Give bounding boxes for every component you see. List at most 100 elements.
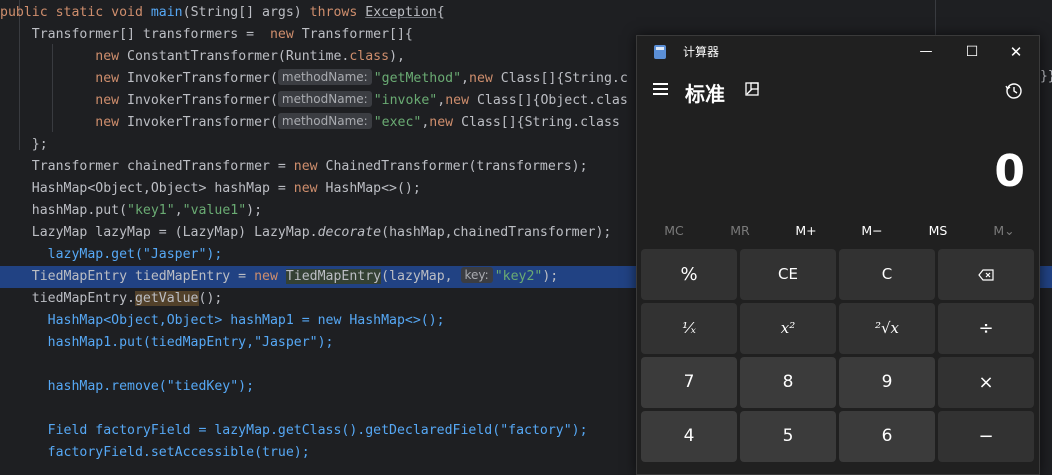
code-token: (); <box>198 291 223 306</box>
code-token: }; <box>0 137 48 152</box>
keep-on-top-icon[interactable] <box>745 82 759 96</box>
code-line[interactable]: }; <box>0 134 48 156</box>
code-line[interactable]: TiedMapEntry tiedMapEntry = new TiedMapE… <box>0 266 558 288</box>
square-button[interactable]: x² <box>740 303 836 354</box>
code-line[interactable]: LazyMap lazyMap = (LazyMap) LazyMap.deco… <box>0 222 612 244</box>
code-token: , <box>174 203 183 218</box>
code-line[interactable]: new InvokerTransformer(methodName: "invok… <box>0 90 628 112</box>
memory-clear-button[interactable]: MC <box>641 220 707 242</box>
clear-entry-button[interactable]: CE <box>740 249 836 300</box>
code-token: decorate <box>317 225 382 240</box>
code-token: (hashMap,chainedTransformer); <box>381 225 612 240</box>
calculator-app-icon <box>654 45 666 59</box>
code-token: , <box>437 93 446 108</box>
minus-button[interactable]: − <box>938 411 1034 462</box>
hamburger-icon[interactable] <box>653 83 668 95</box>
code-line[interactable]: Transformer[] transformers = new Transfo… <box>0 24 413 46</box>
code-token: tiedMapEntry. <box>0 291 135 306</box>
code-line[interactable]: HashMap<Object,Object> hashMap = new Has… <box>0 178 421 200</box>
memory-store-button[interactable]: MS <box>905 220 971 242</box>
parameter-hint: methodName: <box>277 113 372 129</box>
code-token: LazyMap lazyMap = (LazyMap) LazyMap. <box>0 225 318 240</box>
code-token: new <box>95 93 128 108</box>
digit-6-button[interactable]: 6 <box>839 411 935 462</box>
history-icon[interactable] <box>1005 82 1023 100</box>
code-line[interactable]: public static void main(String[] args) t… <box>0 2 445 24</box>
divide-button[interactable]: ÷ <box>938 303 1034 354</box>
square-root-button[interactable]: ²√x <box>839 303 935 354</box>
code-token: ); <box>542 269 559 284</box>
code-token: Class[]{Object.clas <box>476 93 628 108</box>
code-overflow-text: }} <box>1040 69 1052 84</box>
code-token: "key2" <box>494 269 543 284</box>
backspace-icon[interactable] <box>938 249 1034 300</box>
code-token: InvokerTransformer( <box>127 115 278 130</box>
code-token: "exec" <box>373 115 422 130</box>
code-token: TiedMapEntry <box>285 269 382 284</box>
code-token: { <box>436 5 445 20</box>
digit-5-button[interactable]: 5 <box>740 411 836 462</box>
percent-button[interactable]: % <box>641 249 737 300</box>
code-token: HashMap<Object,Object> hashMap1 = new Ha… <box>0 313 445 328</box>
memory-subtract-button[interactable]: M− <box>839 220 905 242</box>
code-line[interactable]: new InvokerTransformer(methodName: "getMe… <box>0 68 628 90</box>
code-line[interactable]: tiedMapEntry.getValue(); <box>0 288 222 310</box>
code-token: hashMap1.put(tiedMapEntry,"Jasper"); <box>0 335 334 350</box>
code-token: hashMap.put( <box>0 203 128 218</box>
code-line[interactable]: factoryField.setAccessible(true); <box>0 442 310 463</box>
code-token: main <box>150 5 183 20</box>
multiply-button[interactable]: × <box>938 357 1034 408</box>
close-button[interactable]: ✕ <box>993 36 1039 68</box>
code-token: new <box>429 115 462 130</box>
code-token: factoryField.setAccessible(true); <box>0 445 310 460</box>
code-line[interactable]: lazyMap.get("Jasper"); <box>0 244 223 266</box>
code-token: new <box>254 269 286 284</box>
code-line[interactable]: hashMap.put("key1","value1"); <box>0 200 262 222</box>
code-token: new <box>95 71 128 86</box>
code-token: Class[]{String.c <box>500 71 628 86</box>
code-token: InvokerTransformer( <box>127 71 278 86</box>
parameter-hint: methodName: <box>277 69 372 85</box>
code-token: HashMap<>(); <box>325 181 421 196</box>
minimize-button[interactable]: — <box>903 36 949 68</box>
code-token: lazyMap.get("Jasper"); <box>0 247 223 262</box>
calculator-window[interactable]: 计算器 — ☐ ✕ 标准 0 MC MR M+ M− MS M⌄ % CE C … <box>636 35 1040 475</box>
code-line[interactable]: HashMap<Object,Object> hashMap1 = new Ha… <box>0 310 445 332</box>
code-token: class <box>349 49 390 64</box>
code-token: (String[] args) <box>182 5 310 20</box>
code-line[interactable]: Transformer chainedTransformer = new Cha… <box>0 156 588 178</box>
title-bar[interactable]: 计算器 — ☐ ✕ <box>637 36 1039 68</box>
clear-button[interactable]: C <box>839 249 935 300</box>
code-line[interactable]: hashMap.remove("tiedKey"); <box>0 376 254 398</box>
code-token: Transformer[] transformers = <box>0 27 270 42</box>
code-token: hashMap.remove("tiedKey"); <box>0 379 255 394</box>
code-token: (lazyMap, <box>381 269 461 284</box>
maximize-button[interactable]: ☐ <box>949 36 995 68</box>
code-token: "invoke" <box>373 93 438 108</box>
code-token: throws <box>309 5 366 20</box>
code-line[interactable]: new ConstantTransformer(Runtime.class), <box>0 46 405 68</box>
reciprocal-button[interactable]: ¹⁄ₓ <box>641 303 737 354</box>
code-token: InvokerTransformer( <box>127 93 278 108</box>
code-token: new <box>469 71 501 86</box>
code-token: new <box>95 49 128 64</box>
code-line[interactable]: new InvokerTransformer(methodName: "exec"… <box>0 112 620 134</box>
code-token: ); <box>246 203 263 218</box>
code-token: new <box>293 181 326 196</box>
digit-7-button[interactable]: 7 <box>641 357 737 408</box>
code-token: public static void <box>0 5 151 20</box>
code-token: TiedMapEntry tiedMapEntry = <box>0 269 255 284</box>
digit-4-button[interactable]: 4 <box>641 411 737 462</box>
code-line[interactable]: hashMap1.put(tiedMapEntry,"Jasper"); <box>0 332 334 354</box>
parameter-hint: key: <box>460 267 493 283</box>
digit-9-button[interactable]: 9 <box>839 357 935 408</box>
code-token: getValue <box>134 291 199 306</box>
memory-add-button[interactable]: M+ <box>773 220 839 242</box>
digit-8-button[interactable]: 8 <box>740 357 836 408</box>
code-token: "value1" <box>182 203 247 218</box>
memory-list-button[interactable]: M⌄ <box>971 220 1037 242</box>
memory-recall-button[interactable]: MR <box>707 220 773 242</box>
code-line[interactable]: Field factoryField = lazyMap.getClass().… <box>0 420 588 442</box>
